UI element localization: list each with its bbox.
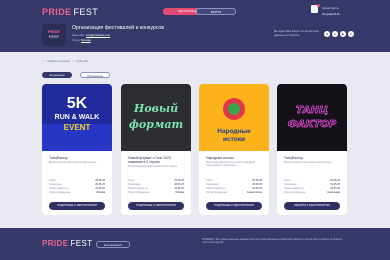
info-value: Краснодар: [327, 190, 340, 194]
footer-legal-text: PRIDEFEST. Все права защищены. Данный са…: [202, 239, 343, 245]
event-description: Международный хореографический конкурс: [128, 165, 178, 168]
whatsapp-icon[interactable]: ✆: [348, 31, 354, 37]
event-title[interactable]: Новый формат г.Сочи 2023 название в 2 ст…: [128, 156, 186, 164]
info-key: Город проведения: [128, 190, 150, 194]
event-details-button[interactable]: ПОДРОБНЕЕ О МЕРОПРИЯТИИ: [128, 202, 184, 210]
event-info: Старт 25.05.25 Окончание 28.05.25 Прием за…: [206, 179, 262, 195]
footer: PRIDE FEST Есть вопросы? PRIDEFEST. Все п…: [0, 228, 390, 260]
event-image-run-walk: 5K RUN & WALK EVENT: [42, 84, 112, 151]
event-details-button[interactable]: ПОДРОБНЕЕ О МЕРОПРИЯТИИ: [206, 202, 262, 210]
event-info: Старт 25.05.25 Окончание 28.05.25 Прием за…: [49, 179, 105, 195]
organizer-logo: PRIDE FEST: [42, 24, 66, 46]
contact-note: Мы ждем Ваш вопрос по контактным данным …: [274, 30, 319, 37]
info-row: Город проведения Севастополь: [206, 191, 262, 195]
footer-logo-sub: FEST: [70, 239, 93, 248]
event-description: Всероссийский хореографический конкурс: [284, 161, 332, 164]
tab-current[interactable]: Актуальные: [42, 72, 72, 78]
organizer-city: Город: Москва: [72, 38, 91, 42]
event-title[interactable]: Народные истоки: [206, 156, 264, 160]
site-label: Наш сайт:: [72, 33, 86, 37]
login-button[interactable]: ВОЙТИ: [196, 8, 236, 15]
info-row: Город проведения Краснодар: [284, 191, 340, 195]
site-logo[interactable]: PRIDE FEST: [42, 7, 98, 17]
info-key: Город проведения: [206, 190, 228, 194]
info-row: Город проведения Москва: [128, 191, 184, 195]
tab-past[interactable]: Прошедшие: [80, 72, 110, 78]
event-image-folk: Народные истоки: [199, 84, 269, 151]
info-value: Москва: [96, 190, 105, 194]
organizer-title: Организация фестивалей и конкурсов: [72, 25, 165, 31]
svg-text:EVENT: EVENT: [64, 123, 91, 132]
svg-text:5K: 5K: [67, 95, 88, 112]
user-name-link[interactable]: Петрова М.Ю.: [322, 12, 340, 16]
event-card[interactable]: ТАНЦ ФАКТОР ТанцФактор Всероссийский хор…: [277, 84, 347, 215]
event-go-button[interactable]: ПЕРЕЙТИ К МЕРОПРИЯТИЮ: [284, 202, 340, 210]
event-title[interactable]: ТанцФактор: [284, 156, 342, 160]
org-logo-sub: FEST: [48, 34, 60, 39]
info-key: Город проведения: [284, 190, 306, 194]
event-title[interactable]: ТанцФактор: [49, 156, 107, 160]
info-row: Город проведения Москва: [49, 191, 105, 195]
svg-text:формат: формат: [129, 118, 183, 131]
youtube-icon[interactable]: ▶: [340, 31, 346, 37]
user-greeting: Здравствуйте,: [322, 7, 340, 10]
event-info: Старт 25.05.25 Окончание 28.05.25 Прием за…: [128, 179, 184, 195]
info-key: Город проведения: [49, 190, 71, 194]
home-icon[interactable]: ⌂: [42, 59, 44, 63]
event-card[interactable]: Народные истоки Народные истоки Национал…: [199, 84, 269, 215]
event-details-button[interactable]: ПОДРОБНЕЕ О МЕРОПРИЯТИИ: [49, 202, 105, 210]
breadcrumb: ⌂ Главная страница / События: [42, 59, 90, 63]
telegram-icon[interactable]: ➤: [332, 31, 338, 37]
breadcrumb-home[interactable]: Главная страница: [46, 59, 69, 63]
city-label: Город:: [72, 38, 81, 42]
site-link[interactable]: info@pridefest.com: [86, 33, 110, 37]
breadcrumb-separator: /: [72, 59, 74, 63]
info-value: Севастополь: [246, 190, 262, 194]
event-info: Старт 15.05.25 Окончание 31.05.25 Прием за…: [284, 179, 340, 195]
svg-text:RUN & WALK: RUN & WALK: [55, 114, 100, 121]
city-value: Москва: [81, 38, 91, 42]
header-band: PRIDE FEST РЕГИСТРАЦИЯ ВОЙТИ Здравствуйте…: [0, 0, 390, 52]
event-description: Национальный конкурс в области народной …: [206, 161, 255, 168]
svg-text:ТАНЦ: ТАНЦ: [296, 105, 328, 116]
svg-text:истоки: истоки: [223, 136, 245, 143]
footer-logo[interactable]: PRIDE FEST: [42, 239, 93, 248]
vk-icon[interactable]: В: [324, 31, 330, 37]
logo-main: PRIDE: [42, 7, 72, 17]
event-card[interactable]: 5K RUN & WALK EVENT ТанцФактор Всероссий…: [42, 84, 112, 215]
breadcrumb-current: События: [76, 59, 88, 63]
svg-text:Народные: Народные: [217, 128, 251, 135]
event-description: Всероссийский хореографический конкурс: [49, 161, 97, 164]
notification-dot: [317, 4, 320, 7]
organizer-site: Наш сайт: info@pridefest.com: [72, 33, 110, 37]
logo-sub: FEST: [73, 7, 99, 17]
svg-text:ФАКТОР: ФАКТОР: [288, 119, 337, 130]
svg-text:Новый: Новый: [133, 102, 178, 115]
event-image-new-format: Новый формат: [121, 84, 191, 151]
footer-logo-main: PRIDE: [42, 239, 69, 248]
event-image-tanzfactor: ТАНЦ ФАКТОР: [277, 84, 347, 151]
info-value: Москва: [175, 190, 184, 194]
ask-question-button[interactable]: Есть вопросы?: [96, 241, 130, 248]
event-card[interactable]: Новый формат Новый формат г.Сочи 2023 на…: [121, 84, 191, 215]
